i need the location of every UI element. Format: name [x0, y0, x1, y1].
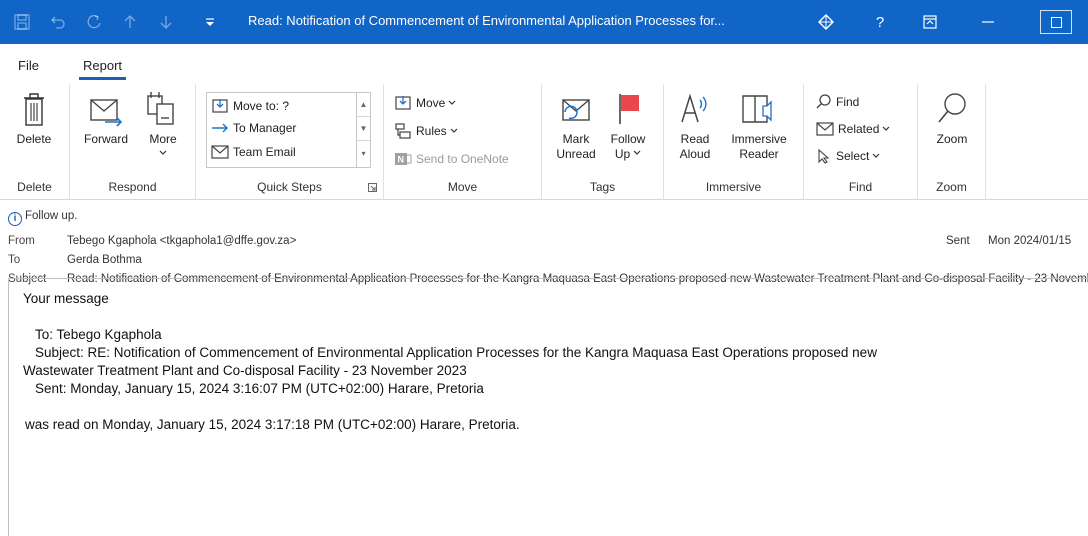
mark-unread-icon [562, 99, 590, 121]
immersive-reader-button[interactable]: Immersive Reader [722, 90, 796, 162]
diamond-icon[interactable] [808, 8, 844, 36]
read-aloud-button[interactable]: Read Aloud [670, 90, 720, 162]
quick-step-to-manager[interactable]: To Manager [211, 121, 296, 135]
from-value[interactable]: Tebego Kgaphola <tkgaphola1@dffe.gov.za> [67, 235, 296, 247]
zoom-icon [938, 93, 966, 123]
group-respond: Forward More Respond [70, 84, 196, 200]
forward-button[interactable]: Forward [76, 90, 136, 147]
send-to-onenote-button[interactable]: N Send to OneNote [394, 150, 509, 168]
to-value[interactable]: Gerda Bothma [67, 254, 142, 266]
select-button[interactable]: Select [816, 148, 884, 164]
group-zoom: Zoom Zoom [918, 84, 986, 200]
quick-steps-scrollbar[interactable]: ▲ ▼ ▾ [356, 93, 370, 167]
group-tags: Mark Unread Follow Up Tags [542, 84, 664, 200]
restore-button[interactable] [1040, 10, 1072, 34]
chevron-down-icon [159, 150, 167, 155]
dialog-launcher-icon [368, 183, 377, 192]
group-find: Find Related Select Find [804, 84, 918, 200]
body-line-6: was read on Monday, January 15, 2024 3:1… [25, 417, 520, 432]
help-icon[interactable]: ? [862, 8, 898, 36]
chevron-down-icon [450, 128, 458, 133]
infobar: i Follow up. [8, 210, 77, 226]
ribbon: Delete Delete Forward More Respond Move … [0, 84, 1088, 200]
move-button[interactable]: Move [394, 94, 460, 112]
group-label-immersive: Immersive [705, 180, 762, 194]
body-line-5: Sent: Monday, January 15, 2024 3:16:07 P… [35, 381, 484, 396]
restore-icon [1050, 16, 1062, 28]
sent-value: Mon 2024/01/15 [988, 235, 1072, 247]
group-label-quick-steps: Quick Steps [257, 180, 322, 194]
chevron-down-icon [633, 150, 641, 155]
chevron-down-icon [872, 153, 880, 158]
ribbon-display-options-icon[interactable] [912, 8, 948, 36]
group-delete: Delete Delete [0, 84, 70, 200]
related-envelope-icon [816, 122, 834, 136]
menu-bar: File Report [0, 44, 1088, 84]
quick-step-team-email[interactable]: Team Email [211, 145, 296, 159]
previous-item-icon[interactable] [116, 8, 144, 36]
tab-report[interactable]: Report [78, 58, 127, 80]
quick-steps-gallery: Move to: ? To Manager Team Email ▲ ▼ ▾ [206, 92, 371, 168]
scroll-up-icon[interactable]: ▲ [357, 93, 370, 117]
forward-mail-icon [90, 99, 123, 127]
window-title: Read: Notification of Commencement of En… [248, 13, 725, 28]
group-move: Move Rules N Send to OneNote Move [384, 84, 542, 200]
group-label-tags: Tags [589, 180, 616, 194]
more-respond-button[interactable]: More [138, 90, 188, 161]
body-line-1: Your message [23, 291, 109, 306]
save-icon[interactable] [8, 8, 36, 36]
minimize-icon[interactable] [970, 8, 1006, 36]
to-label: To [8, 254, 21, 266]
sent-label: Sent [946, 235, 970, 247]
rules-button[interactable]: Rules [394, 122, 462, 140]
next-item-icon[interactable] [152, 8, 180, 36]
related-button[interactable]: Related [816, 122, 894, 136]
title-bar: Read: Notification of Commencement of En… [0, 0, 1088, 44]
read-aloud-icon [681, 93, 707, 123]
envelope-icon [211, 145, 229, 159]
quick-step-move-to[interactable]: Move to: ? [211, 97, 289, 115]
group-immersive: Read Aloud Immersive Reader Immersive [664, 84, 804, 200]
body-line-3: Subject: RE: Notification of Commencemen… [35, 345, 877, 360]
group-label-respond: Respond [108, 180, 157, 194]
tab-file[interactable]: File [18, 58, 39, 73]
body-line-2: To: Tebego Kgaphola [35, 327, 162, 342]
group-quick-steps: Move to: ? To Manager Team Email ▲ ▼ ▾ Q… [196, 84, 384, 200]
chevron-down-icon [448, 100, 456, 105]
group-label-delete: Delete [17, 180, 52, 194]
trash-icon [24, 93, 44, 126]
flag-icon [619, 94, 639, 124]
follow-up-button[interactable]: Follow Up [602, 90, 654, 162]
immersive-reader-icon [742, 95, 772, 123]
delete-button[interactable]: Delete [6, 90, 62, 147]
message-body: Your message To: Tebego Kgaphola Subject… [8, 278, 1088, 536]
move-folder-icon [395, 96, 411, 110]
move-to-folder-icon [212, 99, 228, 113]
message-header: i Follow up. From Tebego Kgaphola <tkgaph… [0, 202, 1088, 285]
group-label-find: Find [848, 180, 873, 194]
from-label: From [8, 235, 35, 247]
search-icon [816, 94, 831, 109]
onenote-icon: N [395, 153, 412, 165]
cursor-icon [818, 148, 830, 164]
arrow-right-icon [212, 123, 228, 133]
body-line-4: Wastewater Treatment Plant and Co-dispos… [23, 363, 467, 378]
find-button[interactable]: Find [816, 94, 859, 110]
scroll-down-icon[interactable]: ▼ [357, 117, 370, 141]
chevron-down-icon [882, 126, 890, 131]
more-apps-icon [147, 92, 174, 125]
info-icon: i [8, 211, 22, 226]
customize-quick-access-icon[interactable] [196, 8, 224, 36]
group-label-move: Move [447, 180, 478, 194]
svg-text:N: N [398, 155, 405, 165]
redo-icon[interactable] [80, 8, 108, 36]
group-label-zoom: Zoom [936, 180, 967, 194]
undo-icon[interactable] [44, 8, 72, 36]
expand-gallery-icon[interactable]: ▾ [357, 141, 370, 165]
mark-unread-button[interactable]: Mark Unread [550, 90, 602, 162]
rules-icon [395, 123, 411, 139]
zoom-button[interactable]: Zoom [924, 90, 980, 147]
